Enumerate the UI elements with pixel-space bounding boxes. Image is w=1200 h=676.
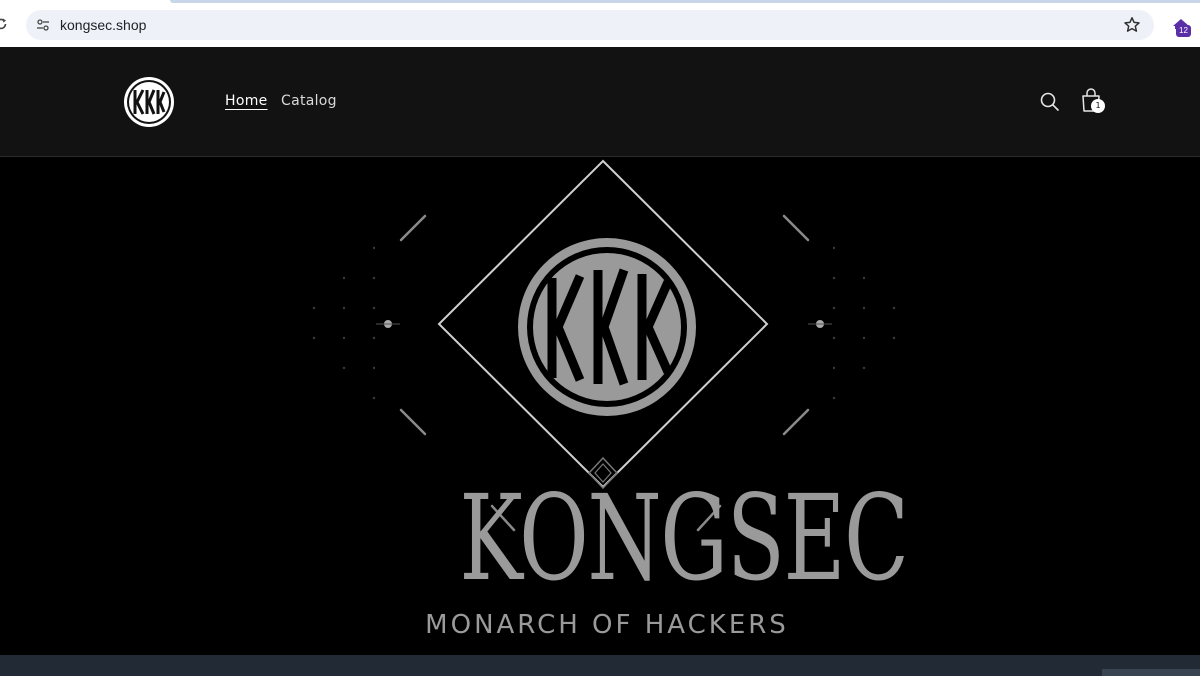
cart-count-badge: 1	[1091, 99, 1105, 113]
site-header: Home Catalog 1	[0, 47, 1200, 157]
hero-banner: KONGSEC MONARCH OF HACKERS	[0, 158, 1200, 655]
url-text[interactable]: kongsec.shop	[60, 17, 146, 33]
kkk-logo-icon[interactable]	[123, 76, 175, 128]
reload-icon[interactable]	[0, 17, 8, 31]
search-icon[interactable]	[1039, 91, 1061, 113]
hero-title: KONGSEC	[459, 469, 909, 607]
nav-catalog[interactable]: Catalog	[281, 92, 337, 110]
site-info-icon[interactable]	[36, 18, 50, 32]
nav-home[interactable]: Home	[225, 92, 268, 110]
browser-chrome: kongsec.shop 12	[0, 0, 1200, 47]
bottom-strip-button	[1102, 669, 1200, 676]
hero-subtitle: MONARCH OF HACKERS	[425, 610, 789, 640]
extension-badge: 12	[1176, 25, 1191, 37]
address-bar[interactable]	[26, 10, 1154, 40]
bottom-strip	[0, 655, 1200, 676]
tab-strip-accent	[170, 0, 1200, 3]
star-icon[interactable]	[1123, 16, 1141, 34]
